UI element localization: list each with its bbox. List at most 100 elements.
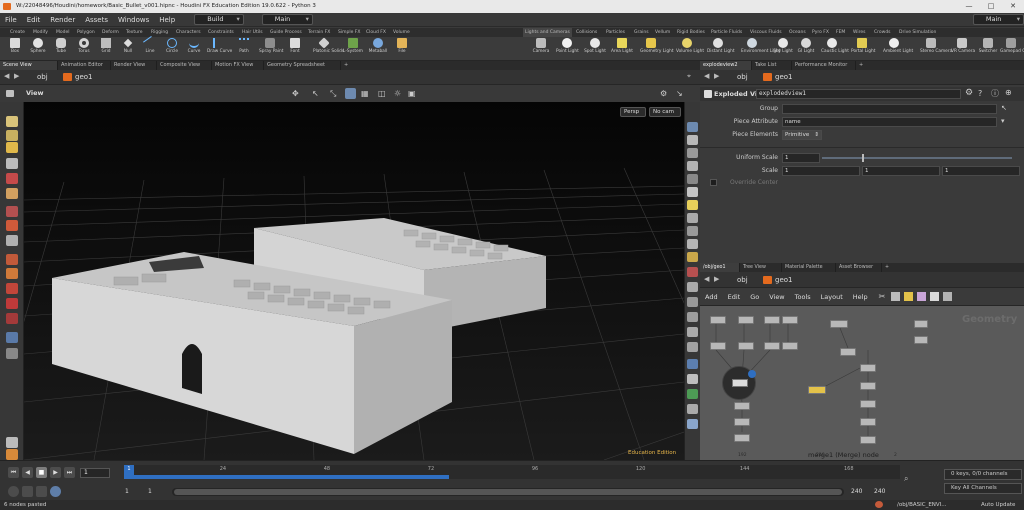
menu-edit[interactable]: Edit [22, 13, 46, 27]
viewport-menu-icon[interactable] [6, 90, 14, 97]
tool-sky-light[interactable]: Sky Light [772, 38, 794, 54]
snap-icon[interactable] [6, 254, 18, 265]
pin-icon[interactable]: ⌖ [687, 72, 691, 81]
shelf-tab-pyro-fx[interactable]: Pyro FX [812, 28, 829, 37]
tool-geometry-light[interactable]: Geometry Light [640, 38, 674, 54]
start-frame2-value[interactable]: 1 [148, 488, 152, 495]
menu-render[interactable]: Render [45, 13, 80, 27]
shelf-tab-rigging[interactable]: Rigging [151, 28, 168, 37]
net-menu-edit[interactable]: Edit [723, 293, 746, 301]
magnet-icon[interactable] [6, 206, 18, 217]
shelf-tab-drive-simulation[interactable]: Drive Simulation [899, 28, 936, 37]
shelf-tab-grains[interactable]: Grains [634, 28, 649, 37]
shelf-tab-vellum[interactable]: Vellum [655, 28, 670, 37]
grid-display-icon[interactable] [687, 419, 698, 429]
close-button[interactable]: ✕ [1002, 0, 1024, 13]
handle-icon[interactable] [6, 173, 18, 184]
primitive-icon[interactable] [6, 268, 18, 279]
param-scale-y[interactable]: 1 [862, 166, 940, 176]
display-options-icon[interactable]: ⚙ [660, 89, 667, 98]
tab-explodeview2[interactable]: explodeview2 [700, 61, 752, 70]
path-obj[interactable]: obj [37, 73, 48, 81]
tab-animation-editor[interactable]: Animation Editor [58, 61, 111, 70]
tool-camera[interactable]: Camera [530, 38, 552, 54]
node-polyext5[interactable] [840, 348, 856, 356]
back-icon[interactable]: ◀ [4, 72, 9, 80]
wireframe-toggle-icon[interactable] [345, 88, 356, 99]
key-icon[interactable] [22, 486, 33, 497]
camera-menu[interactable]: No cam [649, 107, 681, 117]
tool-tube[interactable]: Tube [50, 38, 72, 54]
tool-spot-light[interactable]: Spot Light [584, 38, 606, 54]
net-sticky-icon[interactable] [904, 292, 914, 301]
uv-icon[interactable] [687, 297, 698, 307]
tool-stereo-camera[interactable]: Stereo Camera [920, 38, 952, 54]
node-explodedview1[interactable] [808, 386, 826, 394]
select-icon[interactable] [6, 116, 18, 127]
tool-ambient-light[interactable]: Ambient Light [883, 38, 913, 54]
edge-display-icon[interactable] [687, 252, 698, 262]
tool-line[interactable]: Line [139, 36, 161, 54]
camera-view-icon[interactable]: ◫ [378, 89, 386, 98]
path-geo1[interactable]: geo1 [75, 73, 93, 81]
cursor-tool-icon[interactable]: ✥ [292, 89, 299, 98]
prim-numbers-icon[interactable] [687, 282, 698, 292]
shelf-tab-modify[interactable]: Modify [33, 28, 48, 37]
stats-icon[interactable] [687, 389, 698, 399]
net-menu-layout[interactable]: Layout [816, 293, 848, 301]
tab-take-list[interactable]: Take List [752, 61, 792, 70]
shelf-tab-simple-fx[interactable]: Simple FX [338, 28, 360, 37]
network-editor[interactable]: Geometry merge1 (Merge) node 192 216 2 [700, 306, 1024, 460]
realtime-icon[interactable] [8, 486, 19, 497]
minimize-button[interactable]: — [958, 0, 980, 13]
tool-area-light[interactable]: Area Light [611, 38, 633, 54]
uniform-scale-slider[interactable] [822, 157, 1012, 159]
shelf-tab-guide-process[interactable]: Guide Process [270, 28, 302, 37]
current-frame-field[interactable]: 1 [80, 468, 110, 478]
tool-null[interactable]: Null [117, 38, 139, 54]
viewport-arrow-icon[interactable]: ↘ [676, 89, 683, 98]
net-grid-icon[interactable] [930, 292, 940, 301]
snap-magnet-icon[interactable] [6, 313, 18, 324]
tool-distant-light[interactable]: Distant Light [707, 38, 735, 54]
shelf-tab-fem[interactable]: FEM [836, 28, 845, 37]
tool-option-icon[interactable] [6, 449, 18, 460]
camera-display-icon[interactable] [687, 374, 698, 384]
play-reverse-icon[interactable]: ◀ [22, 467, 33, 478]
vertex-icon[interactable] [687, 312, 698, 322]
node-polyfill[interactable] [914, 320, 928, 328]
node-assemble[interactable] [860, 382, 876, 390]
net-forward-icon[interactable]: ▶ [714, 275, 719, 283]
jump-end-icon[interactable]: ⏭ [64, 467, 75, 478]
edge-icon[interactable] [6, 298, 18, 309]
timeline-ruler[interactable]: 1 24 48 72 96 120 144 168 [124, 465, 900, 479]
tool-lsystem[interactable]: L-System [342, 38, 364, 54]
node-polyext3[interactable] [764, 342, 780, 350]
headlight-icon[interactable] [687, 200, 698, 210]
node-polyext1[interactable] [710, 342, 726, 350]
desktop-dropdown[interactable]: Build [194, 14, 244, 25]
net-layout-icon[interactable] [891, 292, 901, 301]
lock-icon[interactable] [687, 148, 698, 158]
tool-circle[interactable]: Circle [161, 38, 183, 54]
shelf-tab-particle-fluids[interactable]: Particle Fluids [711, 28, 742, 37]
tool-point-light[interactable]: Point Light [556, 38, 579, 54]
node-merge1[interactable] [732, 379, 748, 387]
net-path-obj[interactable]: obj [737, 276, 748, 284]
node-transform1[interactable] [830, 320, 848, 328]
shelf-tab-polygon[interactable]: Polygon [77, 28, 95, 37]
tool-gamepad[interactable]: Gamepad Cam [1000, 38, 1024, 54]
tool-curve[interactable]: Curve [183, 38, 205, 54]
net-box-icon[interactable] [917, 292, 927, 301]
tab-obj-geo1[interactable]: /obj/geo1 [700, 263, 740, 272]
param-scale-z[interactable]: 1 [942, 166, 1020, 176]
shelf-tab-rigid-bodies[interactable]: Rigid Bodies [677, 28, 705, 37]
tool-switcher[interactable]: Switcher [977, 38, 999, 54]
param-info-icon[interactable]: ⓘ [991, 88, 999, 99]
node-connectadjacent2[interactable] [734, 418, 750, 426]
node-polyext2[interactable] [738, 342, 754, 350]
pointer-icon[interactable] [6, 158, 18, 169]
view-tool-icon[interactable] [6, 235, 18, 246]
uniform-scale-slider-handle[interactable] [862, 154, 864, 162]
construct-plane-icon[interactable] [6, 348, 18, 359]
